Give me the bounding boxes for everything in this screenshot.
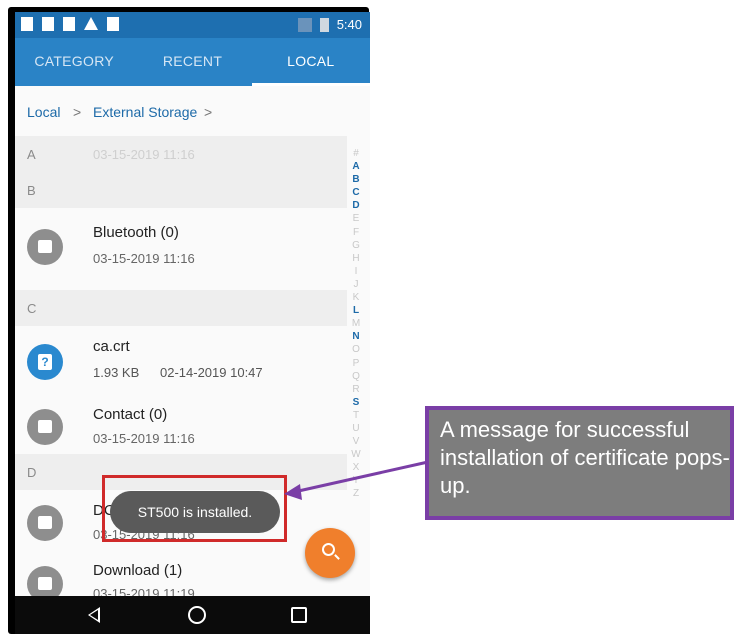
callout-arrow xyxy=(284,460,429,500)
callout-box: A message for successful installation of… xyxy=(425,406,734,520)
callout-text: A message for successful installation of… xyxy=(440,417,730,498)
